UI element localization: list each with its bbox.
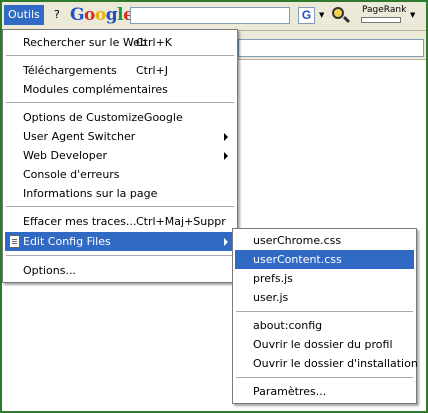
menu-item-clear-private-data[interactable]: Effacer mes traces... Ctrl+Maj+Suppr (5, 212, 235, 231)
menu-item-options[interactable]: Options... (5, 261, 235, 280)
google-logo-letter: o (94, 5, 106, 25)
menu-item-shortcut: Ctrl+Maj+Suppr (136, 215, 226, 228)
menu-item-search-web[interactable]: Rechercher sur le Web Ctrl+K (5, 33, 235, 52)
menu-item-page-info[interactable]: Informations sur la page (5, 184, 235, 203)
menu-item-customizegoogle-options[interactable]: Options de CustomizeGoogle (5, 108, 235, 127)
menu-item-label: Console d'erreurs (23, 168, 120, 181)
menu-item-error-console[interactable]: Console d'erreurs (5, 165, 235, 184)
menu-item-edit-config-files[interactable]: Edit Config Files (5, 232, 235, 251)
menu-item-label: Edit Config Files (23, 235, 111, 248)
pagerank-dropdown-arrow-icon[interactable]: ▼ (410, 11, 415, 19)
submenu-item-label: userContent.css (253, 253, 342, 266)
google-search-button-label: G (301, 8, 312, 22)
tools-menu: Rechercher sur le Web Ctrl+K Téléchargem… (2, 29, 238, 283)
menu-separator (6, 55, 234, 56)
menu-item-web-developer[interactable]: Web Developer (5, 146, 235, 165)
menu-item-label: Rechercher sur le Web (23, 36, 147, 49)
menu-separator (6, 255, 234, 256)
menu-item-label: Effacer mes traces... (23, 215, 137, 228)
menu-item-shortcut: Ctrl+K (136, 36, 173, 49)
menu-help-label: ? (54, 8, 60, 21)
submenu-item-settings[interactable]: Paramètres... (235, 382, 414, 401)
google-logo-letter: o (84, 5, 95, 25)
config-files-submenu: userChrome.css userContent.css prefs.js … (232, 228, 418, 404)
submenu-item-open-profile-folder[interactable]: Ouvrir le dossier du profil (235, 335, 414, 354)
menu-separator (6, 206, 234, 207)
submenu-item-open-install-folder[interactable]: Ouvrir le dossier d'installation (235, 354, 418, 373)
menu-separator (6, 102, 234, 103)
submenu-item-label: Paramètres... (253, 385, 327, 398)
pagerank-bar (361, 17, 401, 23)
browser-window: Outils ? Google G ▼ PageRank ▼ Recherche… (0, 0, 428, 413)
menu-bar: Outils ? Google G ▼ PageRank ▼ (2, 2, 426, 31)
submenu-item-label: user.js (253, 291, 289, 304)
menu-item-label: Informations sur la page (23, 187, 158, 200)
menu-help[interactable]: ? (50, 5, 64, 25)
menu-item-label: User Agent Switcher (23, 130, 136, 143)
submenu-item-label: about:config (253, 319, 323, 332)
submenu-item-label: Ouvrir le dossier du profil (253, 338, 393, 351)
submenu-arrow-icon (224, 152, 228, 160)
menu-separator (236, 377, 413, 378)
menu-item-user-agent-switcher[interactable]: User Agent Switcher (5, 127, 235, 146)
menu-item-label: Web Developer (23, 149, 108, 162)
submenu-item-label: userChrome.css (253, 234, 342, 247)
menu-outils-label: Outils (8, 8, 40, 21)
submenu-item-label: Ouvrir le dossier d'installation (253, 357, 418, 370)
google-logo: Google (70, 4, 134, 26)
submenu-item-about-config[interactable]: about:config (235, 316, 414, 335)
menu-item-downloads[interactable]: Téléchargements Ctrl+J (5, 61, 235, 80)
menu-item-label: Options de CustomizeGoogle (23, 111, 183, 124)
menu-item-label: Options... (23, 264, 76, 277)
menu-separator (236, 311, 413, 312)
submenu-item-userchrome[interactable]: userChrome.css (235, 231, 414, 250)
google-search-input[interactable] (130, 7, 290, 24)
menu-item-addons[interactable]: Modules complémentaires (5, 80, 235, 99)
menu-item-label: Téléchargements (23, 64, 117, 77)
menu-outils[interactable]: Outils (4, 5, 44, 25)
document-icon (9, 235, 20, 248)
google-g-icon[interactable]: G (298, 7, 315, 24)
submenu-item-usercontent[interactable]: userContent.css (235, 250, 414, 269)
submenu-arrow-icon (224, 133, 228, 141)
menu-item-label: Modules complémentaires (23, 83, 168, 96)
menu-item-shortcut: Ctrl+J (136, 64, 169, 77)
google-logo-text: Google (70, 4, 134, 26)
submenu-item-user-js[interactable]: user.js (235, 288, 414, 307)
submenu-arrow-icon (224, 238, 228, 246)
address-field[interactable] (238, 39, 424, 57)
search-dropdown-arrow-icon[interactable]: ▼ (319, 11, 324, 19)
submenu-item-label: prefs.js (253, 272, 293, 285)
google-logo-letter: g (105, 5, 118, 25)
submenu-item-prefs[interactable]: prefs.js (235, 269, 414, 288)
pagerank-label: PageRank (362, 5, 407, 15)
highlighter-handle-icon (342, 15, 351, 24)
google-logo-letter: G (70, 5, 85, 25)
